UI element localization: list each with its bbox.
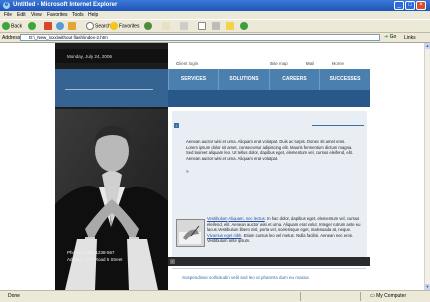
contact-address: Address: 123 Road 5 Street xyxy=(67,257,123,262)
maximize-button[interactable]: □ xyxy=(405,1,415,10)
arrow-bullet-icon: › xyxy=(174,123,179,128)
left-header-band xyxy=(55,69,168,107)
favorites-button[interactable]: Favorites xyxy=(110,22,140,31)
more-arrow-icon[interactable]: » xyxy=(186,169,189,175)
minimize-button[interactable]: _ xyxy=(394,1,404,10)
nav-successes[interactable]: SUCCESSES xyxy=(319,69,370,90)
date-text: Monday, July 24, 2006 xyxy=(67,54,112,59)
writing-hand-image xyxy=(176,219,205,247)
star-icon xyxy=(110,22,118,30)
toolbar: Back Search Favorites xyxy=(0,19,430,33)
vivamus-link[interactable]: Vivamus eget nibh xyxy=(207,233,241,238)
search-button[interactable]: Search xyxy=(86,22,111,31)
refresh-icon xyxy=(56,22,64,30)
content-panel: › Aenean auctor wisi et urna. Aliquam er… xyxy=(172,111,367,259)
window-title: Untitled - Microsoft Internet Explorer xyxy=(13,2,118,8)
title-bar: e Untitled - Microsoft Internet Explorer… xyxy=(0,0,430,11)
mail-button[interactable] xyxy=(162,22,171,31)
search-icon xyxy=(86,22,94,30)
back-arrow-icon xyxy=(2,22,10,30)
status-separator xyxy=(300,292,301,301)
messenger-button[interactable] xyxy=(226,22,235,31)
ie-icon: e xyxy=(3,2,10,9)
discuss-icon xyxy=(212,22,220,30)
nav-careers[interactable]: CAREERS xyxy=(269,69,319,90)
edit-button[interactable] xyxy=(198,22,207,31)
footer-text: Suspendisse sollicitudin velit sed leo u… xyxy=(182,275,309,280)
arrow-bullet-icon: › xyxy=(170,259,175,264)
nav-services[interactable]: SERVICES xyxy=(168,69,218,90)
website: Monday, July 24, 2006 Phone: 1-800-1238-… xyxy=(55,43,370,290)
status-bar: Done ▭ My Computer xyxy=(0,290,430,302)
vestibulum-link[interactable]: Vestibulum xyxy=(207,216,227,221)
date-bar: Monday, July 24, 2006 xyxy=(55,49,168,63)
address-bar: Address D:\_New_\xxx\without flash\index… xyxy=(0,33,430,43)
footer-divider xyxy=(172,268,366,269)
links-button[interactable]: Links xyxy=(404,35,416,41)
address-input[interactable]: D:\_New_\xxx\without flash\index-2.htm xyxy=(20,34,380,41)
history-button[interactable] xyxy=(144,22,153,31)
home-icon xyxy=(68,22,76,30)
menu-favorites[interactable]: Favorites xyxy=(47,12,68,18)
refresh-button[interactable] xyxy=(56,22,65,31)
businessman-photo xyxy=(55,109,168,290)
status-separator xyxy=(360,292,361,301)
page-viewport: Monday, July 24, 2006 Phone: 1-800-1238-… xyxy=(0,43,424,290)
divider xyxy=(65,89,153,90)
history-icon xyxy=(144,22,152,30)
writing-hand-graphic xyxy=(177,220,204,246)
discuss-button[interactable] xyxy=(212,22,221,31)
zone-text: ▭ My Computer xyxy=(370,293,407,299)
menu-view[interactable]: View xyxy=(31,12,42,18)
menu-tools[interactable]: Tools xyxy=(72,12,84,18)
go-button[interactable]: ➜ Go xyxy=(384,34,396,40)
scroll-up-icon[interactable]: ▲ xyxy=(425,43,430,49)
print-button[interactable] xyxy=(180,22,189,31)
photo-graphic xyxy=(55,109,168,290)
nav-subband xyxy=(168,90,370,107)
panel-divider xyxy=(312,125,364,126)
dark-separator-bar: › xyxy=(168,257,370,266)
aliquam-link[interactable]: Aliquam, nec lectus xyxy=(228,216,264,221)
stop-button[interactable] xyxy=(44,22,53,31)
stop-icon xyxy=(44,22,52,30)
edit-icon xyxy=(198,22,206,30)
menu-file[interactable]: File xyxy=(4,12,12,18)
home-button[interactable] xyxy=(68,22,77,31)
menu-help[interactable]: Help xyxy=(88,12,98,18)
nav-solutions[interactable]: SOLUTIONS xyxy=(218,69,269,90)
secondary-paragraph: Vestibulum Aliquam, nec lectus. In hac d… xyxy=(207,216,361,244)
main-content: › Aenean auctor wisi et urna. Aliquam er… xyxy=(168,107,370,290)
go-arrow-icon: ➜ xyxy=(384,34,389,40)
menu-edit[interactable]: Edit xyxy=(17,12,26,18)
research-icon xyxy=(240,22,248,30)
back-button[interactable]: Back xyxy=(2,22,22,31)
close-button[interactable]: × xyxy=(416,1,426,10)
forward-button[interactable] xyxy=(28,22,37,31)
vertical-scrollbar[interactable]: ▲ ▼ xyxy=(424,43,430,290)
research-button[interactable] xyxy=(240,22,249,31)
contact-phone: Phone: 1-800-1238-567 xyxy=(67,250,115,255)
forward-arrow-icon xyxy=(28,22,36,30)
folder-icon xyxy=(226,22,234,30)
main-paragraph: Aenean auctor wisi et urna. Aliquam erat… xyxy=(186,139,353,161)
address-label: Address xyxy=(2,35,21,41)
mail-icon xyxy=(162,22,170,30)
print-icon xyxy=(180,22,188,30)
top-links: ○ Client login ○ Site map ○ Mail ○ Home xyxy=(168,49,370,66)
status-text: Done xyxy=(8,293,20,299)
menu-bar: File Edit View Favorites Tools Help xyxy=(0,11,430,19)
